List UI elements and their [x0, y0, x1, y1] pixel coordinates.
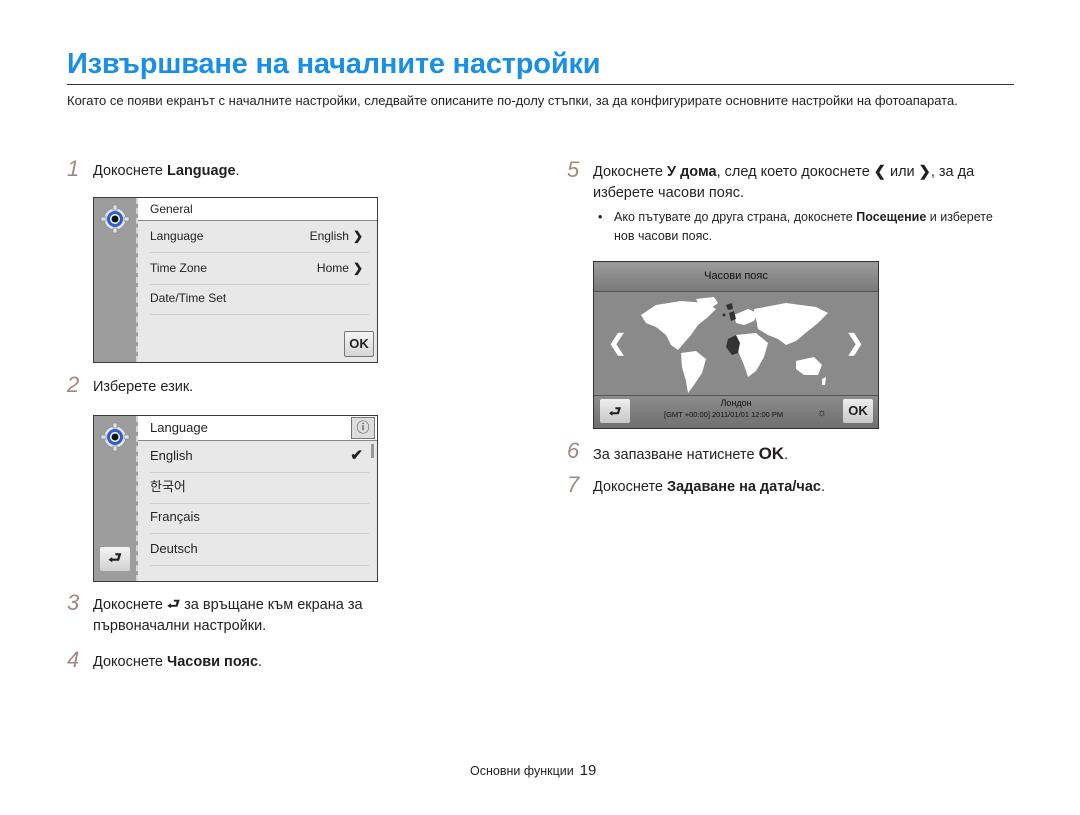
step-keyword: Language: [167, 163, 236, 179]
general-settings-screen: General Language English ❯ Time Zone Home…: [93, 197, 378, 363]
chevron-left-icon: ❮: [873, 164, 886, 180]
menu-item-date-time-set[interactable]: Date/Time Set: [150, 284, 369, 315]
screen-sidebar: ⮐: [94, 416, 138, 581]
step-keyword: Задаване на дата/час: [667, 479, 821, 495]
language-screen: ⮐ Language ⓘ English ✔ 한국어 Français Deut…: [93, 415, 378, 582]
city-name: Лондон: [720, 398, 752, 408]
step-3: 3 Докоснете ⮐ за връщане към екрана за п…: [67, 590, 363, 635]
step-number: 2: [67, 372, 80, 397]
back-icon: ⮐: [108, 550, 122, 567]
page-footer: Основни функции 19: [470, 762, 596, 779]
step-number: 4: [67, 647, 80, 672]
step-number: 1: [67, 156, 80, 181]
step-6: 6 За запазване натиснете OK.: [567, 438, 789, 464]
step-2: 2 Изберете език.: [67, 372, 194, 397]
chevron-right-icon: ❯: [352, 261, 363, 275]
step-number: 5: [567, 157, 580, 182]
step-keyword: У дома: [667, 164, 717, 180]
time-zone-screen: Часови пояс ❮ ❯ ⮐ Лондон [GMT +00:00] 20…: [593, 261, 879, 429]
chevron-right-icon: ❯: [352, 229, 363, 243]
title-divider: [67, 84, 1014, 85]
previous-zone-button[interactable]: ❮: [608, 330, 626, 356]
menu-item-language[interactable]: Language English ❯: [150, 222, 369, 253]
menu-item-time-zone[interactable]: Time Zone Home ❯: [150, 254, 369, 285]
step-5: 5 Докоснете У дома, след което докоснете…: [567, 157, 975, 202]
page-number: 19: [579, 762, 597, 779]
language-option[interactable]: 한국어: [150, 473, 369, 504]
back-button[interactable]: ⮐: [100, 547, 130, 571]
ok-button[interactable]: OK: [344, 331, 374, 357]
scrollbar[interactable]: [371, 444, 374, 458]
ok-button[interactable]: OK: [843, 399, 873, 423]
step-5-note: • Ако пътувате до друга страна, докоснет…: [598, 210, 993, 243]
settings-gear-icon: [100, 422, 130, 452]
info-button[interactable]: ⓘ: [351, 417, 375, 439]
gmt-datetime: [GMT +00:00] 2011/01/01 12:00 PM: [664, 410, 784, 419]
language-option[interactable]: Français: [150, 503, 369, 534]
bullet: •: [598, 210, 603, 224]
next-zone-button[interactable]: ❯: [846, 330, 864, 356]
screen-footer: ⮐ Лондон [GMT +00:00] 2011/01/01 12:00 P…: [594, 395, 878, 428]
chevron-right-icon: ❯: [918, 164, 931, 180]
step-keyword: Часови пояс: [167, 654, 259, 670]
checkmark-icon: ✔: [350, 447, 363, 464]
step-number: 6: [567, 438, 580, 463]
step-number: 7: [567, 472, 580, 497]
step-number: 3: [67, 590, 80, 615]
settings-gear-icon: [100, 204, 130, 234]
language-option[interactable]: English ✔: [150, 442, 369, 473]
screen-sidebar: [94, 198, 138, 362]
step-4: 4 Докоснете Часови пояс.: [67, 647, 263, 672]
section-name: Основни функции: [470, 764, 574, 778]
ok-icon: OK: [758, 444, 785, 463]
sun-icon: ☼: [817, 407, 828, 419]
step-7: 7 Докоснете Задаване на дата/час.: [567, 472, 825, 497]
world-map[interactable]: [636, 295, 836, 395]
language-option[interactable]: Deutsch: [150, 535, 369, 566]
intro-paragraph: Когато се появи екранът с началните наст…: [67, 93, 958, 108]
step-1: 1 Докоснете Language.: [67, 156, 240, 181]
back-icon: ⮐: [167, 597, 181, 613]
screen-header: General: [138, 198, 377, 221]
screen-header: Language ⓘ: [138, 416, 377, 441]
screen-header: Часови пояс: [594, 262, 878, 292]
page-title: Извършване на началните настройки: [67, 48, 601, 80]
